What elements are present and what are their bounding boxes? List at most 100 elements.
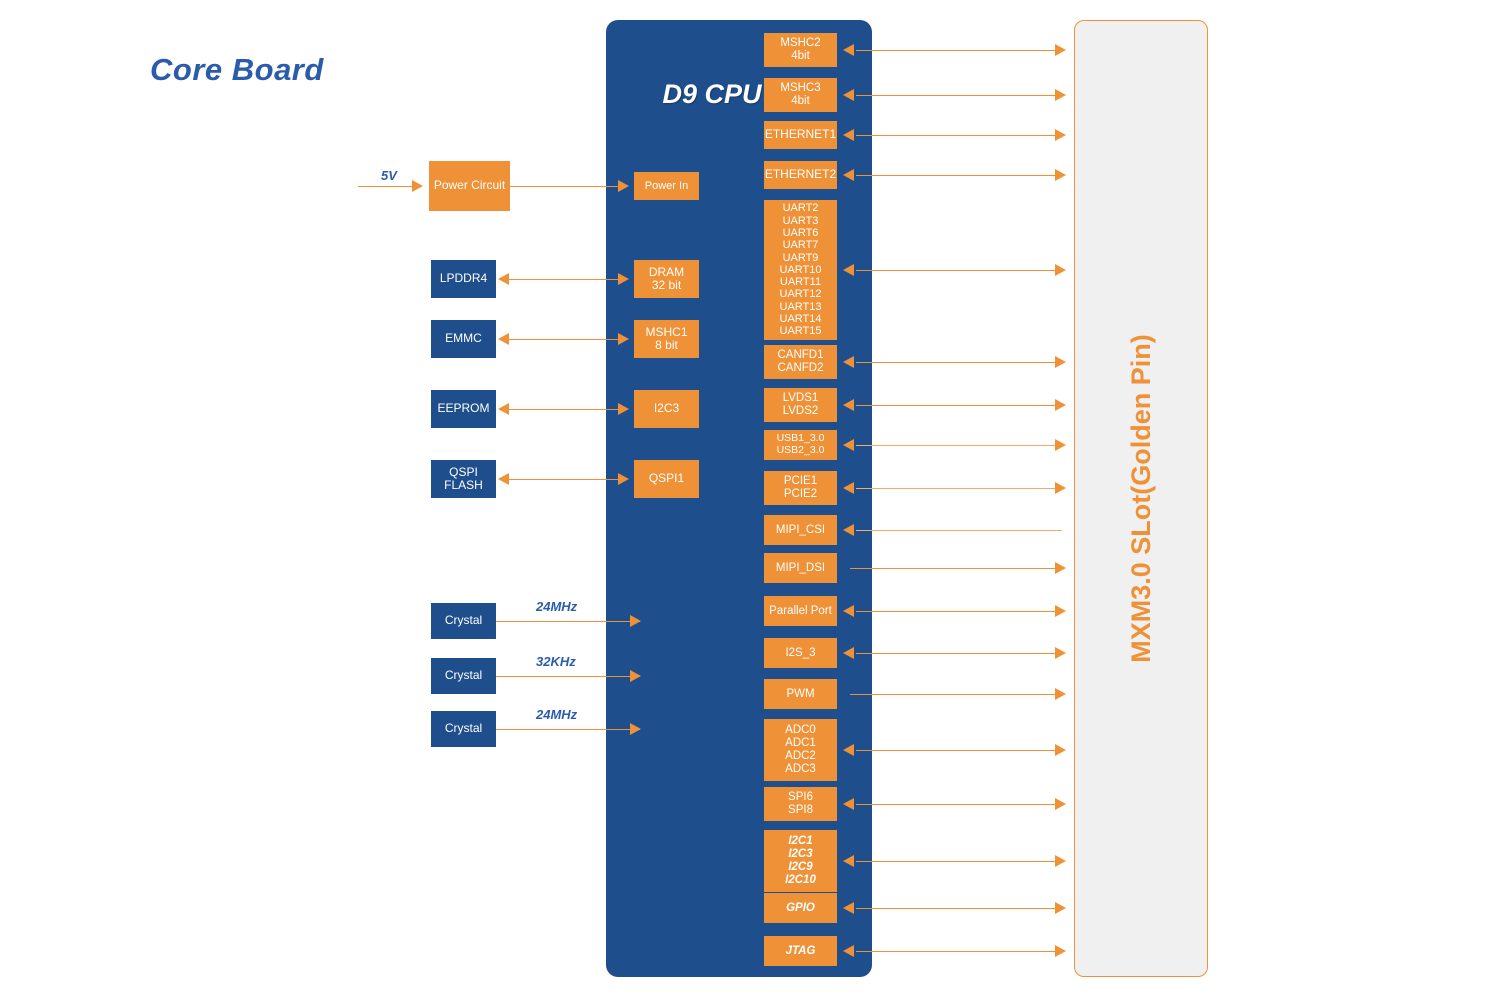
- port-link-line: [856, 362, 1062, 363]
- cpu-port-mshc1-8-bit[interactable]: MSHC1 8 bit: [634, 320, 699, 358]
- crystal-block-3[interactable]: Crystal: [431, 711, 496, 747]
- cpu-port-parallel-port[interactable]: Parallel Port: [764, 596, 837, 626]
- cpu-port-ethernet2[interactable]: ETHERNET2: [764, 161, 837, 189]
- port-arrowhead-right: [1055, 744, 1066, 756]
- block-line: I2C3: [788, 848, 813, 861]
- port-link-line: [856, 488, 1062, 489]
- port-arrowhead-left: [843, 89, 854, 101]
- crystal-line-3: [496, 729, 640, 730]
- port-arrowhead-left: [843, 399, 854, 411]
- block-line: QSPI1: [648, 471, 685, 486]
- cpu-port-usb1-3-0-usb2-3-0[interactable]: USB1_3.0 USB2_3.0: [764, 430, 837, 460]
- crystal-freq-label-1: 24MHz: [536, 599, 578, 614]
- cpu-port-mshc3-4bit[interactable]: MSHC3 4bit: [764, 78, 837, 112]
- peripheral-arrowhead-right: [618, 273, 629, 285]
- cpu-port-jtag[interactable]: JTAG: [764, 936, 837, 966]
- cpu-port-spi6-spi8[interactable]: SPI6 SPI8: [764, 787, 837, 821]
- block-line: I2S_3: [785, 646, 816, 659]
- power-in-arrowhead: [618, 180, 629, 192]
- port-link-line: [856, 611, 1062, 612]
- cpu-port-i2s-3[interactable]: I2S_3: [764, 638, 837, 668]
- peripheral-qspi-flash[interactable]: QSPI FLASH: [431, 460, 496, 498]
- port-arrowhead-left: [843, 356, 854, 368]
- block-line: PCIE2: [783, 488, 818, 500]
- block-line: ETHERNET1: [764, 127, 837, 142]
- crystal-block-1[interactable]: Crystal: [431, 603, 496, 639]
- port-arrowhead-left: [843, 264, 854, 276]
- block-line: UART10: [779, 263, 822, 276]
- cpu-port-dram-32-bit[interactable]: DRAM 32 bit: [634, 260, 699, 298]
- crystal-arrowhead-2: [630, 670, 641, 682]
- block-line: EMMC: [445, 331, 482, 346]
- peripheral-emmc[interactable]: EMMC: [431, 320, 496, 358]
- port-arrowhead-right: [1055, 264, 1066, 276]
- block-line: I2C10: [785, 873, 816, 886]
- port-arrowhead-left: [843, 524, 854, 536]
- peripheral-arrowhead-right: [618, 403, 629, 415]
- crystal-line-2: [496, 676, 640, 677]
- block-line: QSPI: [449, 464, 478, 479]
- port-link-line: [856, 804, 1062, 805]
- cpu-port-pcie1-pcie2[interactable]: PCIE1 PCIE2: [764, 471, 837, 505]
- block-line: ADC2: [785, 750, 816, 762]
- block-line: UART3: [782, 214, 819, 227]
- port-arrowhead-right: [1055, 688, 1066, 700]
- block-line: UART14: [779, 313, 822, 326]
- port-link-line: [856, 95, 1062, 96]
- crystal-block-2[interactable]: Crystal: [431, 658, 496, 694]
- cpu-port-pwm[interactable]: PWM: [764, 679, 837, 709]
- port-link-line: [856, 530, 1062, 531]
- cpu-port-qspi1[interactable]: QSPI1: [634, 460, 699, 498]
- port-arrowhead-left: [843, 744, 854, 756]
- port-arrowhead-right: [1055, 439, 1066, 451]
- peripheral-eeprom[interactable]: EEPROM: [431, 390, 496, 428]
- block-line: ETHERNET2: [764, 167, 837, 182]
- port-arrowhead-left: [843, 129, 854, 141]
- cpu-port-i2c3[interactable]: I2C3: [634, 390, 699, 428]
- crystal-freq-label-2: 32KHz: [536, 654, 576, 669]
- peripheral-arrowhead-left: [498, 273, 509, 285]
- block-line: I2C3: [653, 401, 680, 416]
- block-line: SPI8: [788, 804, 813, 816]
- cpu-port-mipi-dsi[interactable]: MIPI_DSI: [764, 553, 837, 583]
- block-line: MIPI_CSI: [775, 523, 826, 536]
- peripheral-lpddr4[interactable]: LPDDR4: [431, 260, 496, 298]
- block-line: MSHC1: [645, 324, 688, 339]
- cpu-port-adc0-adc3[interactable]: ADC0 ADC1 ADC2 ADC3: [764, 719, 837, 781]
- block-line: Parallel Port: [769, 604, 832, 617]
- block-line: Crystal: [444, 721, 483, 736]
- block-line: UART12: [779, 288, 822, 301]
- power-input-line: [358, 186, 420, 187]
- peripheral-arrowhead-left: [498, 403, 509, 415]
- block-line: LPDDR4: [439, 271, 488, 286]
- block-line: DRAM: [648, 264, 685, 279]
- peripheral-arrowhead-left: [498, 333, 509, 345]
- port-link-line: [850, 694, 1062, 695]
- crystal-arrowhead-3: [630, 723, 641, 735]
- peripheral-arrowhead-left: [498, 473, 509, 485]
- cpu-port-power-in[interactable]: Power In: [634, 172, 699, 200]
- cpu-port-lvds1-lvds2[interactable]: LVDS1 LVDS2: [764, 388, 837, 422]
- block-line: USB2_3.0: [776, 444, 825, 456]
- power-input-arrowhead: [412, 180, 423, 192]
- port-arrowhead-left: [843, 44, 854, 56]
- cpu-port-i2c1-i2c3-i2c9-i2c10[interactable]: I2C1 I2C3 I2C9 I2C10: [764, 830, 837, 892]
- cpu-port-mshc2-4bit[interactable]: MSHC2 4bit: [764, 33, 837, 67]
- block-line: UART2: [782, 202, 819, 215]
- block-line: UART9: [782, 251, 819, 264]
- cpu-port-canfd1-canfd2[interactable]: CANFD1 CANFD2: [764, 345, 837, 379]
- cpu-port-uart2-uart15[interactable]: UART2 UART3 UART6 UART7 UART9 UART10 UART11 UAR…: [764, 200, 837, 340]
- port-arrowhead-left: [843, 902, 854, 914]
- port-arrowhead-left: [843, 945, 854, 957]
- cpu-port-ethernet1[interactable]: ETHERNET1: [764, 121, 837, 149]
- block-line: MIPI_DSI: [775, 561, 826, 574]
- port-link-line: [856, 445, 1062, 446]
- cpu-port-gpio[interactable]: GPIO: [764, 893, 837, 923]
- port-link-line: [856, 175, 1062, 176]
- peripheral-arrowhead-right: [618, 333, 629, 345]
- power-circuit-block[interactable]: Power Circuit: [429, 161, 510, 211]
- power-input-label: 5V: [381, 168, 397, 183]
- cpu-port-mipi-csi[interactable]: MIPI_CSI: [764, 515, 837, 545]
- crystal-line-1: [496, 621, 640, 622]
- mxm-slot-panel: [1074, 20, 1208, 977]
